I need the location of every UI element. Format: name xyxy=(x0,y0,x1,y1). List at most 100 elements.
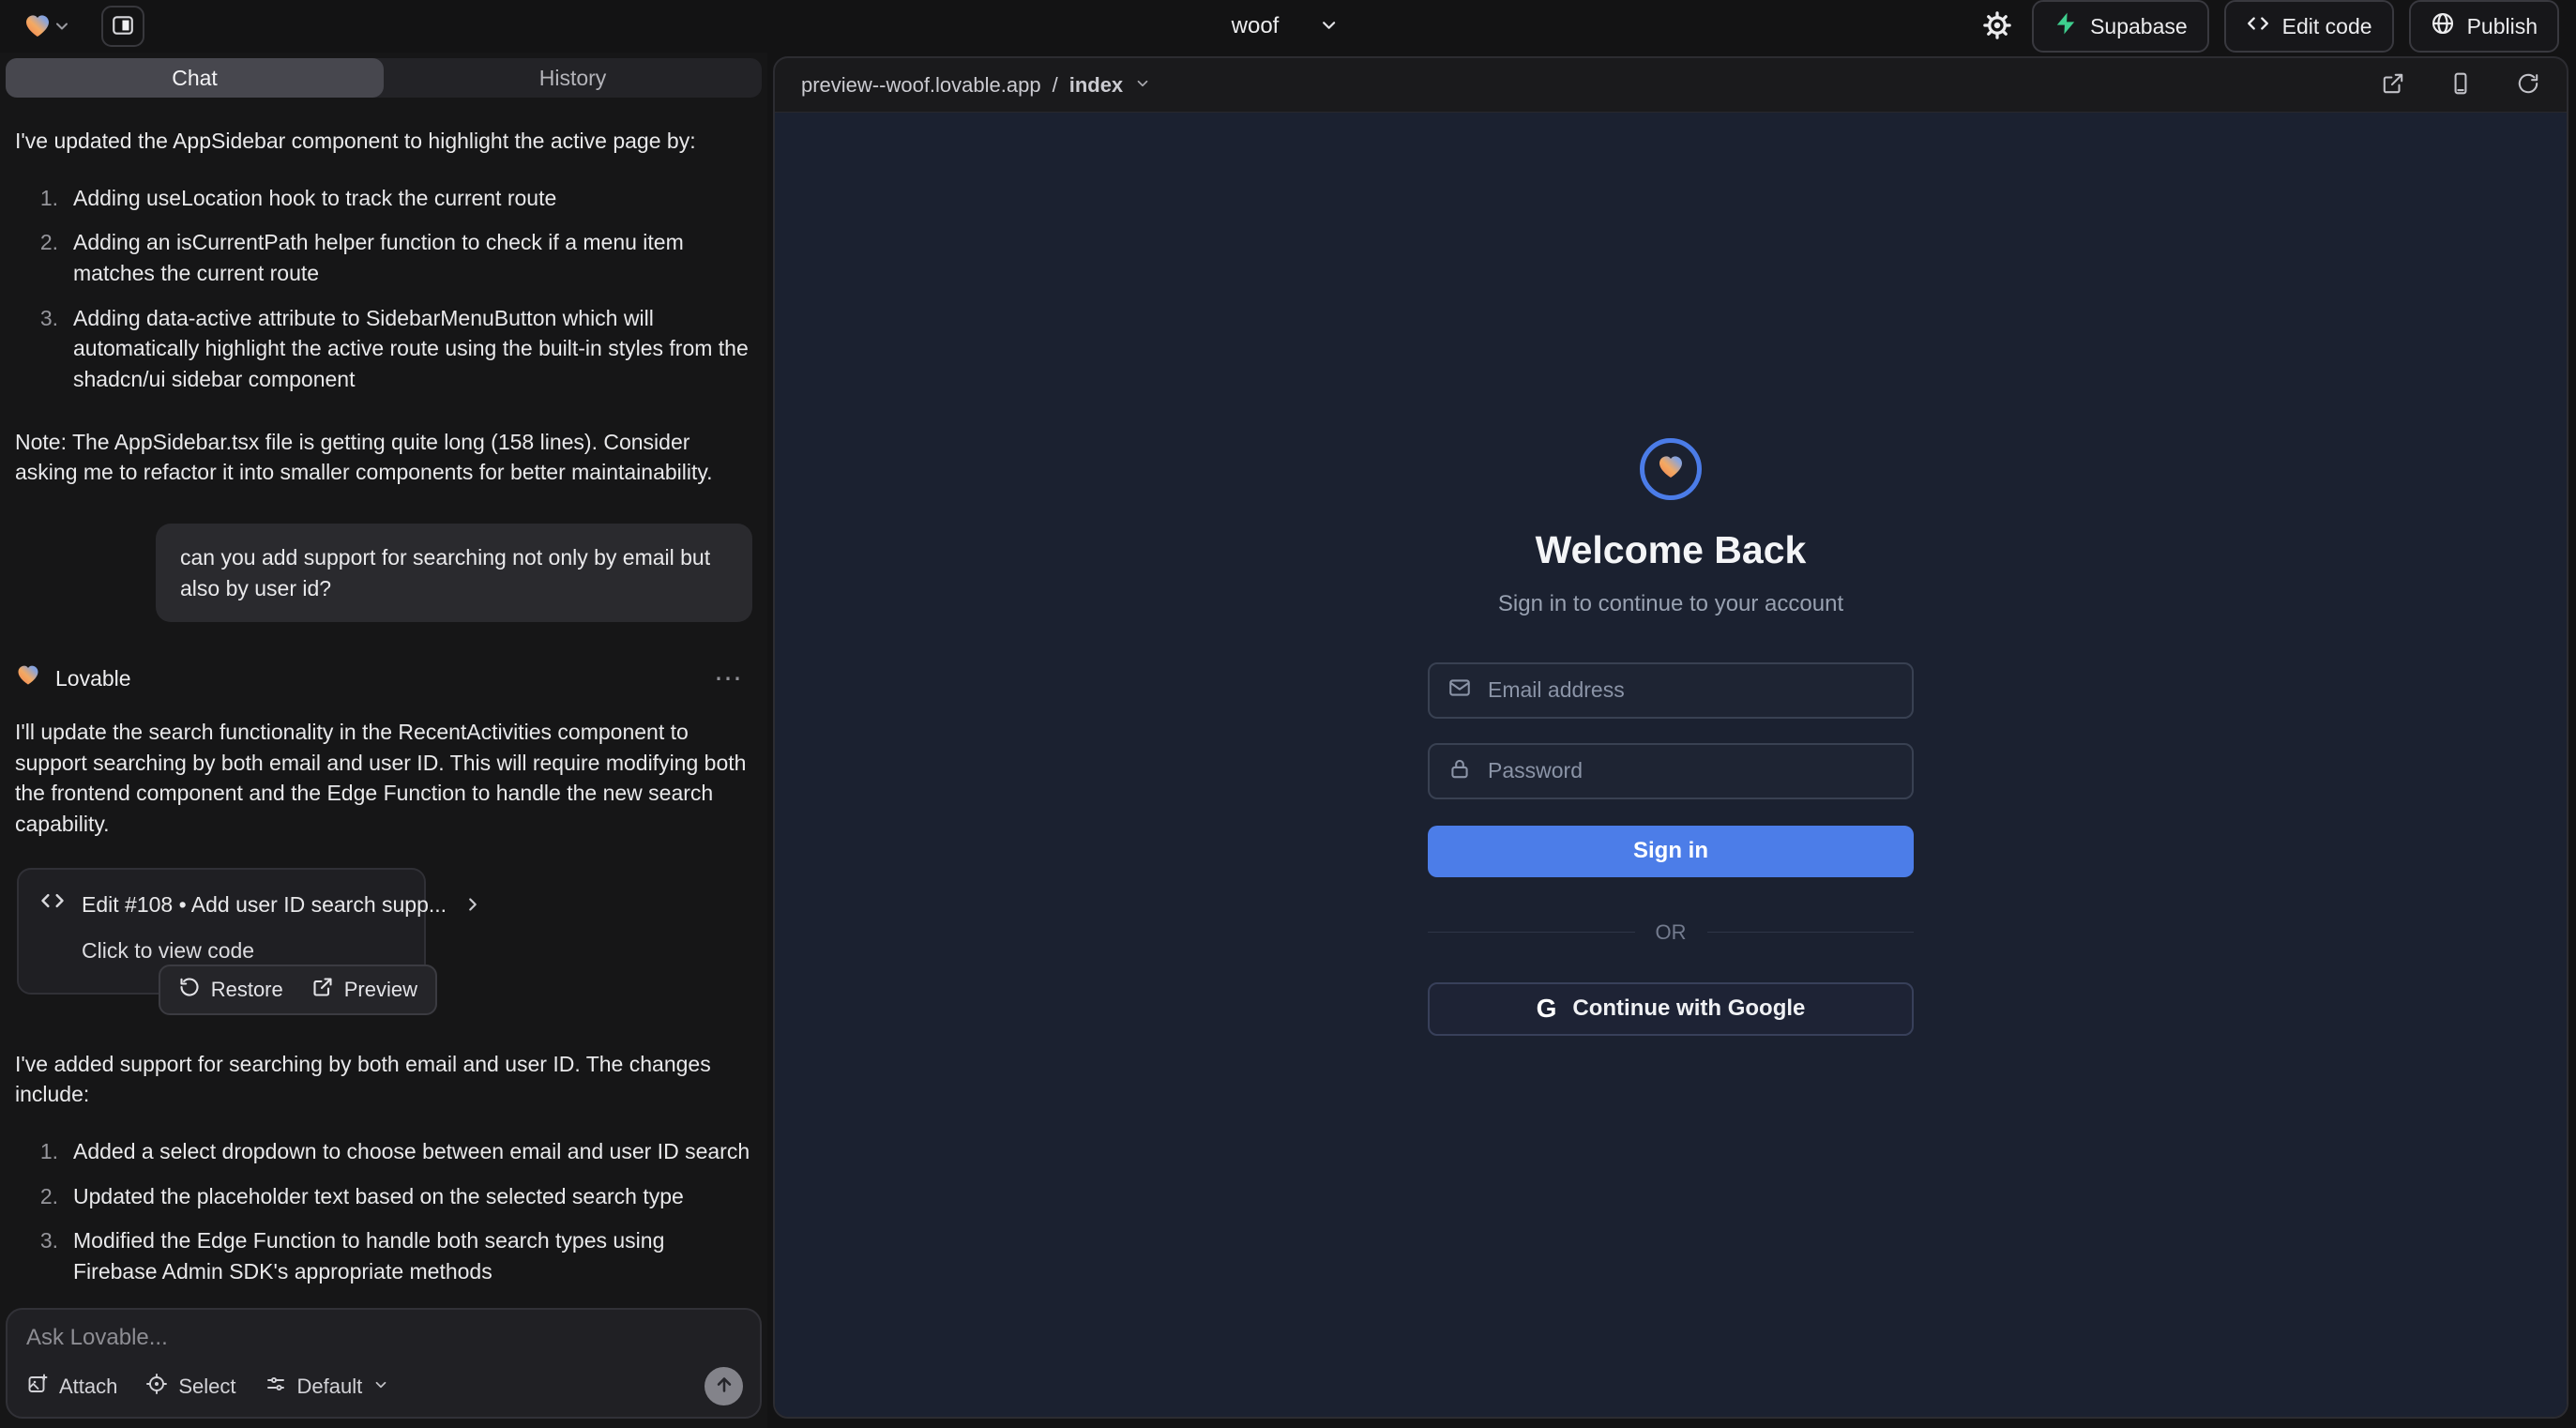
supabase-label: Supabase xyxy=(2090,14,2188,39)
or-divider: OR xyxy=(1428,920,1914,945)
publish-label: Publish xyxy=(2467,14,2538,39)
edit-code-button[interactable]: Edit code xyxy=(2224,0,2394,53)
external-link-icon xyxy=(311,976,334,1004)
mobile-view-button[interactable] xyxy=(2448,71,2473,99)
publish-button[interactable]: Publish xyxy=(2409,0,2559,53)
list-item: Updated the placeholder text based on th… xyxy=(28,1181,752,1212)
chat-composer: Attach Select Default xyxy=(6,1308,762,1419)
google-sign-in-button[interactable]: G Continue with Google xyxy=(1428,982,1914,1036)
or-label: OR xyxy=(1656,920,1687,945)
chevron-down-icon xyxy=(53,17,71,36)
chat-messages[interactable]: I've updated the AppSidebar component to… xyxy=(6,98,762,1295)
assistant-note: Note: The AppSidebar.tsx file is getting… xyxy=(15,427,752,488)
edit-version-card[interactable]: Edit #108 • Add user ID search supp... C… xyxy=(17,868,426,995)
chevron-down-icon xyxy=(372,1375,389,1399)
attach-button[interactable]: Attach xyxy=(26,1373,117,1401)
assistant-list: Adding useLocation hook to track the cur… xyxy=(15,183,752,395)
assistant-paragraph: I've updated the AppSidebar component to… xyxy=(15,126,752,157)
panel-icon xyxy=(111,13,135,40)
lovable-heart-icon xyxy=(15,661,41,696)
google-button-label: Continue with Google xyxy=(1572,995,1805,1022)
assistant-message-header: Lovable ⋯ xyxy=(15,661,752,696)
send-button[interactable] xyxy=(705,1367,743,1405)
path-separator: / xyxy=(1053,73,1058,98)
refresh-icon xyxy=(2516,71,2540,99)
list-item: Adding data-active attribute to SidebarM… xyxy=(28,303,752,395)
lock-icon xyxy=(1447,756,1472,785)
heart-logo-icon xyxy=(1656,451,1686,486)
chat-history-tabs: Chat History xyxy=(6,58,762,98)
tab-chat[interactable]: Chat xyxy=(6,58,384,98)
tab-history[interactable]: History xyxy=(384,58,762,98)
list-item: Adding useLocation hook to track the cur… xyxy=(28,183,752,214)
edit-card-actions: Restore Preview xyxy=(159,965,437,1015)
code-icon xyxy=(39,888,66,922)
google-g-icon: G xyxy=(1537,994,1557,1024)
divider-line xyxy=(1707,932,1915,933)
edit-card-subtitle: Click to view code xyxy=(82,935,403,966)
arrow-up-icon xyxy=(714,1375,735,1398)
preview-page-name: index xyxy=(1069,73,1123,98)
app-logo xyxy=(1640,438,1702,500)
page-subtitle: Sign in to continue to your account xyxy=(1498,591,1843,617)
signin-card: Welcome Back Sign in to continue to your… xyxy=(1428,438,1914,1036)
open-in-new-tab-button[interactable] xyxy=(2381,71,2405,99)
toggle-sidebar-button[interactable] xyxy=(101,6,144,47)
project-name: woof xyxy=(1232,13,1280,39)
settings-button[interactable] xyxy=(1977,6,2017,48)
preview-label: Preview xyxy=(344,978,417,1002)
assistant-paragraph: I'll update the search functionality in … xyxy=(15,717,752,840)
project-menu-button[interactable] xyxy=(1312,9,1344,44)
more-options-icon[interactable]: ⋯ xyxy=(714,671,752,688)
mobile-phone-icon xyxy=(2448,71,2473,99)
supabase-button[interactable]: Supabase xyxy=(2032,0,2209,53)
email-field-wrapper xyxy=(1428,662,1914,719)
password-field[interactable] xyxy=(1488,758,1894,783)
preview-url-selector[interactable]: preview--woof.lovable.app / index xyxy=(801,73,1151,98)
mode-label: Default xyxy=(297,1375,363,1399)
chevron-down-icon xyxy=(1134,73,1151,98)
globe-icon xyxy=(2431,11,2455,41)
envelope-icon xyxy=(1447,676,1472,705)
supabase-bolt-icon xyxy=(2053,11,2078,41)
lovable-heart-logo-icon xyxy=(23,10,53,43)
external-link-icon xyxy=(2381,71,2405,99)
password-field-wrapper xyxy=(1428,743,1914,799)
list-item: Added a select dropdown to choose betwee… xyxy=(28,1136,752,1167)
edit-code-label: Edit code xyxy=(2282,14,2372,39)
page-title: Welcome Back xyxy=(1536,528,1807,572)
attach-image-icon xyxy=(26,1373,49,1401)
chat-input[interactable] xyxy=(26,1325,743,1367)
mode-selector[interactable]: Default xyxy=(265,1373,390,1401)
sign-in-button[interactable]: Sign in xyxy=(1428,826,1914,877)
list-item: Modified the Edge Function to handle bot… xyxy=(28,1225,752,1286)
edit-card-title: Edit #108 • Add user ID search supp... xyxy=(82,889,447,920)
restore-label: Restore xyxy=(211,978,283,1002)
assistant-name: Lovable xyxy=(55,663,131,694)
preview-version-button[interactable]: Preview xyxy=(311,976,417,1004)
gear-icon xyxy=(1983,11,2011,42)
code-icon xyxy=(2246,11,2270,41)
list-item: Adding an isCurrentPath helper function … xyxy=(28,227,752,288)
preview-header: preview--woof.lovable.app / index xyxy=(775,58,2567,113)
select-element-button[interactable]: Select xyxy=(145,1373,235,1401)
refresh-button[interactable] xyxy=(2516,71,2540,99)
assistant-list: Added a select dropdown to choose betwee… xyxy=(15,1136,752,1295)
lovable-logo-menu[interactable] xyxy=(17,5,77,49)
email-field[interactable] xyxy=(1488,677,1894,703)
preview-iframe-content: Welcome Back Sign in to continue to your… xyxy=(775,113,2567,1417)
assistant-paragraph: I've added support for searching by both… xyxy=(15,1049,752,1110)
preview-url: preview--woof.lovable.app xyxy=(801,73,1041,98)
preview-panel: preview--woof.lovable.app / index xyxy=(773,56,2568,1419)
target-icon xyxy=(145,1373,168,1401)
lovable-app-window: woof xyxy=(0,0,2576,1428)
restore-icon xyxy=(178,976,201,1004)
user-message-bubble: can you add support for searching not on… xyxy=(156,524,752,622)
restore-button[interactable]: Restore xyxy=(178,976,283,1004)
chevron-down-icon xyxy=(1318,15,1339,38)
sliders-icon xyxy=(265,1373,287,1401)
divider-line xyxy=(1428,932,1635,933)
top-bar: woof xyxy=(0,0,2576,53)
chevron-right-icon xyxy=(462,894,483,915)
chat-panel: Chat History I've updated the AppSidebar… xyxy=(0,53,767,1428)
